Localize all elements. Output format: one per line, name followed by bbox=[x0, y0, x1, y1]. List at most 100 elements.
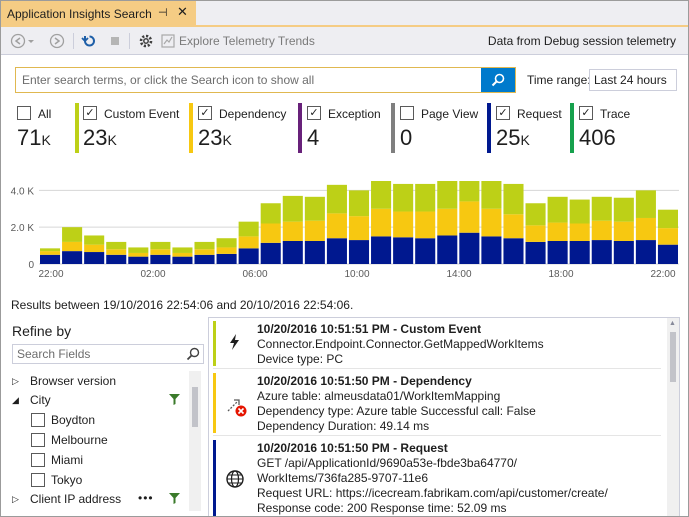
gear-icon[interactable] bbox=[135, 31, 157, 51]
tree-item-miami[interactable]: Miami bbox=[31, 450, 83, 470]
scrollbar-thumb[interactable] bbox=[192, 387, 198, 427]
filter-all[interactable]: All 71K bbox=[13, 103, 75, 155]
exception-color-bar bbox=[298, 103, 302, 153]
bar-segment-custom-event bbox=[194, 241, 215, 250]
filter-label: Request bbox=[517, 107, 562, 121]
explore-telemetry-trends-button[interactable]: Explore Telemetry Trends bbox=[179, 34, 315, 48]
bar-segment-custom-event bbox=[437, 181, 458, 209]
bar-segment-dependency bbox=[282, 221, 303, 241]
scroll-up-icon[interactable]: ▲ bbox=[669, 320, 676, 327]
bar-segment-request bbox=[128, 256, 149, 264]
search-input[interactable] bbox=[16, 68, 482, 92]
close-icon[interactable]: ✕ bbox=[177, 4, 188, 20]
tree-item-melbourne[interactable]: Melbourne bbox=[31, 430, 108, 450]
y-tick-label: 0 bbox=[28, 260, 34, 271]
city-checkbox[interactable] bbox=[31, 473, 45, 487]
bar-segment-custom-event bbox=[326, 184, 347, 214]
globe-icon bbox=[226, 470, 244, 488]
back-arrow-icon[interactable] bbox=[9, 31, 39, 51]
refine-search-box bbox=[12, 344, 204, 364]
x-tick-label: 06:00 bbox=[242, 269, 267, 280]
bar-segment-dependency bbox=[62, 241, 83, 252]
bar-segment-request bbox=[459, 232, 480, 264]
pin-icon[interactable]: ⊣ bbox=[158, 6, 168, 19]
x-tick-label: 22:00 bbox=[650, 269, 675, 280]
lightning-icon bbox=[230, 334, 239, 350]
filter-dependency[interactable]: ✓ Dependency 23K bbox=[189, 103, 299, 155]
bar-segment-custom-event bbox=[238, 221, 259, 237]
filter-count: 0 bbox=[400, 125, 413, 150]
city-checkbox[interactable] bbox=[31, 433, 45, 447]
refine-scrollbar[interactable] bbox=[189, 371, 201, 511]
tree-item-boydton[interactable]: Boydton bbox=[31, 410, 95, 430]
filter-checkbox[interactable]: ✓ bbox=[198, 106, 212, 120]
city-checkbox[interactable] bbox=[31, 453, 45, 467]
bar-segment-dependency bbox=[613, 221, 634, 241]
bar-segment-request bbox=[326, 238, 347, 264]
request-color-bar bbox=[487, 103, 491, 153]
tree-item-label: Melbourne bbox=[51, 433, 108, 447]
search-icon[interactable] bbox=[186, 347, 200, 361]
expand-arrow-icon[interactable]: ▷ bbox=[12, 376, 24, 387]
tree-item-tokyo[interactable]: Tokyo bbox=[31, 470, 82, 490]
x-tick-label: 10:00 bbox=[344, 269, 369, 280]
result-item-dependency[interactable]: 10/20/2016 10:51:50 PM - Dependency Azur… bbox=[213, 370, 661, 436]
bar-segment-custom-event bbox=[569, 199, 590, 224]
dependency-failed-icon bbox=[227, 399, 247, 417]
tab-application-insights-search[interactable]: Application Insights Search ⊣ ✕ bbox=[1, 1, 196, 27]
tree-item-label: City bbox=[30, 393, 51, 407]
filter-checkbox[interactable]: ✓ bbox=[496, 106, 510, 120]
tree-item-label: Client IP address bbox=[30, 492, 122, 506]
filter-checkbox[interactable]: ✓ bbox=[307, 106, 321, 120]
bar-segment-dependency bbox=[415, 211, 436, 239]
bar-segment-dependency bbox=[591, 220, 612, 241]
filter-checkbox[interactable]: ✓ bbox=[579, 106, 593, 120]
result-item-custom-event[interactable]: 10/20/2016 10:51:51 PM - Custom Event Co… bbox=[213, 318, 661, 369]
bar-segment-request bbox=[547, 240, 568, 264]
tab-title: Application Insights Search bbox=[7, 7, 152, 21]
more-options-icon[interactable]: ••• bbox=[138, 491, 154, 505]
refresh-icon[interactable] bbox=[79, 31, 99, 51]
tree-item-client-ip-address[interactable]: ▷ Client IP address ••• bbox=[12, 489, 192, 509]
bar-segment-dependency bbox=[172, 252, 193, 257]
results-scrollbar[interactable]: ▲ bbox=[667, 318, 679, 516]
filter-funnel-icon[interactable] bbox=[168, 492, 181, 505]
filter-exception[interactable]: ✓ Exception 4 bbox=[298, 103, 393, 155]
collapse-arrow-icon[interactable]: ◢ bbox=[12, 395, 24, 406]
bar-segment-custom-event bbox=[525, 203, 546, 226]
tree-item-browser-version[interactable]: ▷ Browser version bbox=[12, 371, 116, 391]
search-fields-input[interactable] bbox=[13, 345, 183, 363]
trace-color-bar bbox=[570, 103, 574, 153]
bar-segment-dependency bbox=[238, 236, 259, 249]
bar-segment-request bbox=[216, 253, 237, 264]
filter-trace[interactable]: ✓ Trace 406 bbox=[570, 103, 670, 155]
filter-funnel-icon[interactable] bbox=[168, 393, 181, 406]
search-button[interactable] bbox=[481, 68, 515, 92]
bar-segment-request bbox=[591, 240, 612, 264]
filter-checkbox[interactable]: ✓ bbox=[83, 106, 97, 120]
stop-icon[interactable] bbox=[105, 31, 125, 51]
scrollbar-thumb[interactable] bbox=[670, 332, 676, 382]
result-line: Azure table: almeusdata01/WorkItemMappin… bbox=[257, 389, 501, 403]
filter-request[interactable]: ✓ Request 25K bbox=[487, 103, 573, 155]
bar-segment-request bbox=[635, 240, 656, 264]
filter-page-view[interactable]: Page View 0 bbox=[391, 103, 491, 155]
time-range-select[interactable]: Last 24 hours bbox=[589, 69, 677, 91]
result-type-color-bar bbox=[213, 440, 216, 516]
search-icon bbox=[491, 73, 505, 87]
result-type-color-bar bbox=[213, 373, 216, 433]
filter-count: 71K bbox=[17, 125, 51, 150]
filter-checkbox[interactable] bbox=[400, 106, 414, 120]
filter-checkbox[interactable] bbox=[17, 106, 31, 120]
expand-arrow-icon[interactable]: ▷ bbox=[12, 494, 24, 505]
data-source-label: Data from Debug session telemetry bbox=[487, 34, 676, 48]
telemetry-histogram[interactable]: 4.0 K 2.0 K 0 22:00 02:00 06:00 10:00 14:00 18:0… bbox=[1, 181, 689, 289]
bar-segment-dependency bbox=[547, 222, 568, 241]
bar-segment-custom-event bbox=[128, 247, 149, 253]
tree-item-label: Boydton bbox=[51, 413, 96, 427]
result-item-request[interactable]: 10/20/2016 10:51:50 PM - Request GET /ap… bbox=[213, 437, 661, 516]
city-checkbox[interactable] bbox=[31, 413, 45, 427]
forward-arrow-icon[interactable] bbox=[47, 31, 67, 51]
filter-custom-event[interactable]: ✓ Custom Event 23K bbox=[75, 103, 197, 155]
tree-item-city[interactable]: ◢ City bbox=[12, 390, 192, 410]
